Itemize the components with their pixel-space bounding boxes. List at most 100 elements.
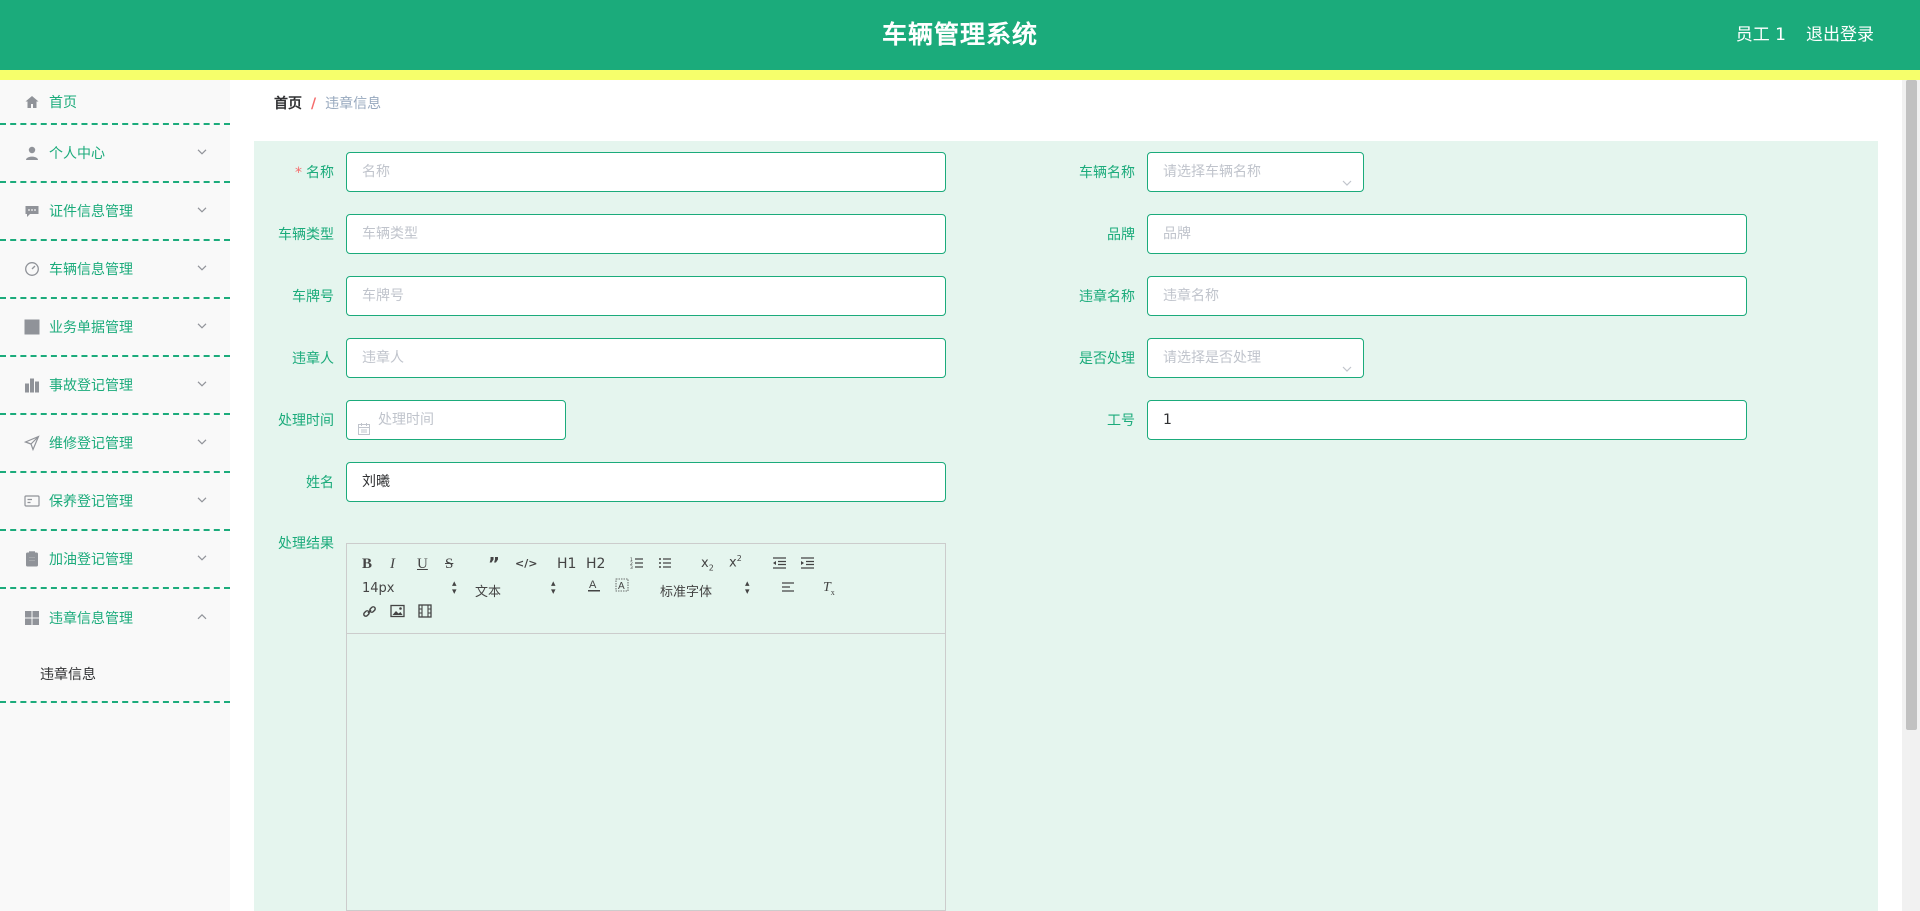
font-family-select[interactable]: 标准字体 ▴ ▾ — [660, 580, 755, 601]
video-icon[interactable] — [418, 604, 432, 618]
home-icon — [24, 94, 40, 110]
sidebar-item-label: 业务单据管理 — [49, 320, 133, 336]
grid-icon — [24, 319, 40, 335]
current-user: 员工 1 — [1735, 25, 1786, 45]
sidebar-item-repair[interactable]: 维修登记管理 — [0, 415, 230, 473]
breadcrumb-bar: 首页 / 违章信息 — [254, 80, 1878, 129]
text-color-icon[interactable]: A — [587, 578, 601, 594]
blockquote-icon[interactable]: ” — [488, 554, 500, 575]
chevron-down-icon — [196, 146, 208, 158]
vehicle-name-label: 车辆名称 — [1079, 165, 1135, 181]
rich-text-editor: B I U S ” </> H1 H2 123 x2 x2 14px ▴ ▾ 文本 ▴… — [346, 543, 946, 911]
card-icon — [24, 493, 40, 509]
chevron-down-icon — [196, 494, 208, 506]
person-name-label: 姓名 — [306, 475, 334, 491]
sidebar-item-label: 证件信息管理 — [49, 204, 133, 220]
subscript-button[interactable]: x2 — [701, 556, 714, 573]
bullet-list-icon[interactable] — [658, 556, 672, 570]
handled-label: 是否处理 — [1079, 351, 1135, 367]
h1-button[interactable]: H1 — [557, 556, 576, 572]
svg-text:3: 3 — [630, 565, 633, 570]
violation-name-label: 违章名称 — [1079, 289, 1135, 305]
app-title: 车辆管理系统 — [881, 20, 1038, 49]
header-accent-bar — [0, 70, 1920, 80]
calendar-icon — [357, 413, 371, 435]
align-icon[interactable] — [781, 580, 795, 594]
italic-button[interactable]: I — [390, 556, 395, 573]
sidebar-item-refuel[interactable]: 加油登记管理 — [0, 531, 230, 589]
handle-time-picker[interactable]: 处理时间 — [346, 400, 566, 440]
result-label: 处理结果 — [278, 536, 334, 552]
scrollbar-thumb[interactable] — [1906, 80, 1917, 730]
clear-format-icon[interactable]: Tx — [823, 580, 835, 597]
sidebar-item-certificate[interactable]: 证件信息管理 — [0, 183, 230, 241]
sidebar: 首页 个人中心 证件信息管理 车辆信息管理 业务单据管理 事故登记管理 维修登记… — [0, 80, 230, 911]
svg-text:A: A — [589, 579, 597, 591]
brand-label: 品牌 — [1107, 227, 1135, 243]
plate-label: 车牌号 — [292, 289, 334, 305]
image-icon[interactable] — [390, 604, 405, 618]
name-input[interactable]: 名称 — [346, 152, 946, 192]
vehicle-name-select[interactable]: 请选择车辆名称 — [1147, 152, 1364, 192]
chevron-down-icon — [1341, 166, 1353, 186]
violation-name-input[interactable]: 违章名称 — [1147, 276, 1747, 316]
logout-button[interactable]: 退出登录 — [1806, 0, 1874, 70]
job-no-label: 工号 — [1107, 413, 1135, 429]
sidebar-item-label: 保养登记管理 — [49, 494, 133, 510]
breadcrumb-home[interactable]: 首页 — [274, 96, 302, 112]
underline-button[interactable]: U — [417, 556, 428, 573]
plate-input[interactable]: 车牌号 — [346, 276, 946, 316]
message-icon — [24, 203, 40, 219]
clipboard-icon — [24, 551, 40, 567]
outdent-icon[interactable] — [772, 556, 787, 570]
chevron-down-icon — [196, 378, 208, 390]
sidebar-item-label: 车辆信息管理 — [49, 262, 133, 278]
top-header: 车辆管理系统 员工 1 退出登录 — [0, 0, 1920, 70]
sidebar-item-violation[interactable]: 违章信息管理 — [0, 589, 230, 647]
h2-button[interactable]: H2 — [586, 556, 605, 572]
breadcrumb-current: 违章信息 — [325, 96, 382, 112]
violator-input[interactable]: 违章人 — [346, 338, 946, 378]
sidebar-item-home[interactable]: 首页 — [0, 80, 230, 125]
vehicle-type-label: 车辆类型 — [278, 227, 334, 243]
vehicle-type-input[interactable]: 车辆类型 — [346, 214, 946, 254]
font-size-select[interactable]: 14px ▴ ▾ — [362, 580, 457, 597]
sidebar-item-maintenance[interactable]: 保养登记管理 — [0, 473, 230, 531]
bold-button[interactable]: B — [362, 556, 372, 573]
chevron-down-icon — [196, 204, 208, 216]
job-no-input[interactable]: 1 — [1147, 400, 1747, 440]
chevron-down-icon — [196, 262, 208, 274]
sidebar-item-vehicle[interactable]: 车辆信息管理 — [0, 241, 230, 299]
required-mark: * — [295, 165, 302, 181]
link-icon[interactable] — [362, 604, 377, 619]
background-color-icon[interactable]: A — [615, 578, 629, 594]
chevron-down-icon — [196, 552, 208, 564]
handle-time-label: 处理时间 — [278, 413, 334, 429]
name-label: * 名称 — [295, 165, 334, 181]
sidebar-subitem-violation-info[interactable]: 违章信息 — [0, 647, 230, 703]
editor-toolbar: B I U S ” </> H1 H2 123 x2 x2 14px ▴ ▾ 文本 ▴… — [347, 544, 945, 634]
editor-content-area[interactable] — [347, 634, 945, 910]
brand-input[interactable]: 品牌 — [1147, 214, 1747, 254]
indent-icon[interactable] — [800, 556, 815, 570]
violator-label: 违章人 — [292, 351, 334, 367]
user-icon — [24, 145, 40, 161]
sidebar-item-label: 个人中心 — [49, 146, 105, 162]
block-type-select[interactable]: 文本 ▴ ▾ — [475, 580, 560, 601]
chevron-down-icon — [196, 436, 208, 448]
sidebar-item-accident[interactable]: 事故登记管理 — [0, 357, 230, 415]
handled-select[interactable]: 请选择是否处理 — [1147, 338, 1364, 378]
person-name-input[interactable]: 刘曦 — [346, 462, 946, 502]
sidebar-item-business-docs[interactable]: 业务单据管理 — [0, 299, 230, 357]
send-icon — [24, 435, 40, 451]
superscript-button[interactable]: x2 — [729, 554, 742, 570]
breadcrumb-separator: / — [311, 96, 317, 112]
breadcrumb: 首页 / 违章信息 — [274, 80, 381, 129]
chevron-down-icon — [196, 320, 208, 332]
sidebar-item-personal-center[interactable]: 个人中心 — [0, 125, 230, 183]
code-block-icon[interactable]: </> — [515, 557, 537, 570]
sidebar-item-label: 加油登记管理 — [49, 552, 133, 568]
sidebar-item-label: 违章信息管理 — [49, 611, 133, 627]
ordered-list-icon[interactable]: 123 — [630, 556, 644, 570]
strike-button[interactable]: S — [445, 556, 453, 573]
